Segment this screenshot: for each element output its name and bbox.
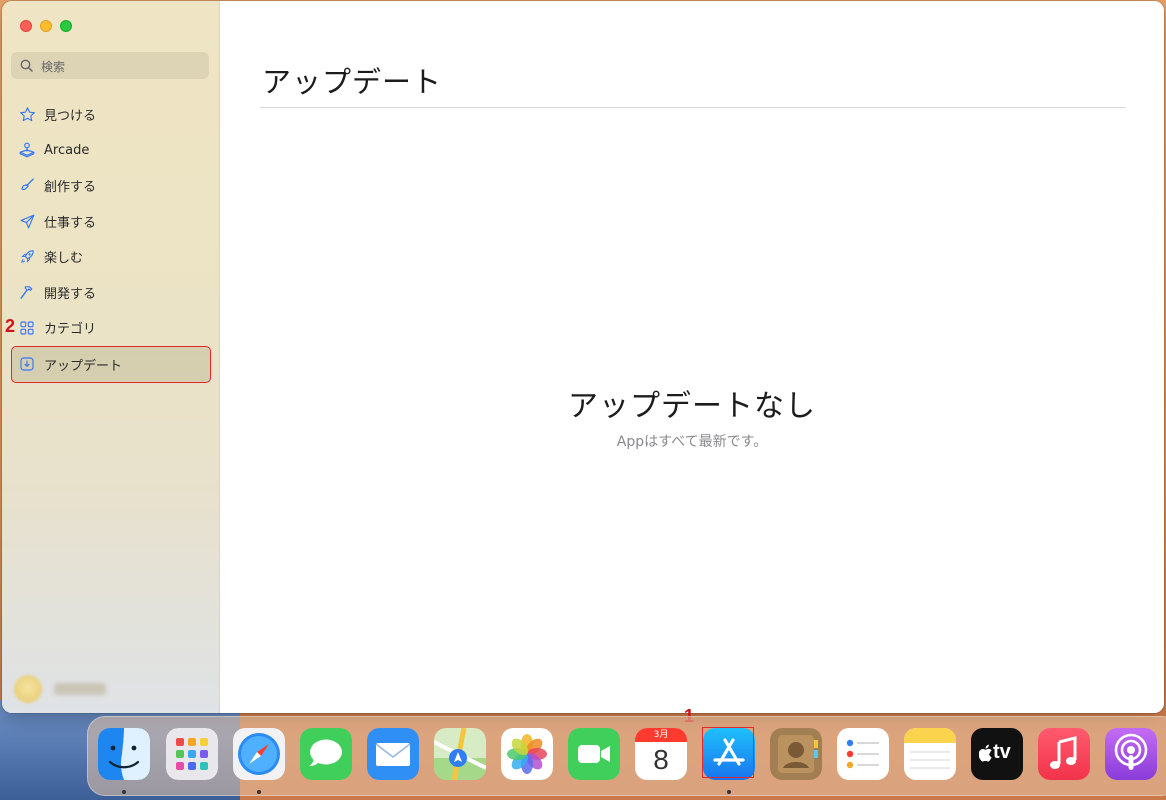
- mail-icon[interactable]: [367, 728, 419, 780]
- avatar: [14, 675, 42, 703]
- calendar-icon[interactable]: 3月 8: [635, 728, 687, 780]
- podcasts-icon[interactable]: [1105, 728, 1157, 780]
- music-icon[interactable]: [1038, 728, 1090, 780]
- account-button[interactable]: [12, 675, 202, 703]
- zoom-window-button[interactable]: [60, 20, 72, 32]
- sidebar-item-create[interactable]: 創作する: [2, 168, 219, 204]
- hammer-icon: [18, 283, 36, 301]
- messages-icon[interactable]: [300, 728, 352, 780]
- facetime-icon[interactable]: [568, 728, 620, 780]
- safari-icon[interactable]: [233, 728, 285, 780]
- star-icon: [18, 106, 36, 124]
- download-icon: [18, 355, 36, 373]
- empty-state-title: アップデートなし: [568, 389, 816, 424]
- photos-icon[interactable]: [501, 728, 553, 780]
- sidebar-item-label: 創作する: [44, 180, 97, 196]
- reminders-icon[interactable]: [837, 728, 889, 780]
- title-divider: [260, 107, 1126, 108]
- sidebar-item-label: アップデート: [44, 358, 123, 374]
- sidebar-item-label: 見つける: [44, 109, 97, 125]
- search-field[interactable]: [11, 52, 209, 79]
- running-indicator: [727, 790, 731, 794]
- sidebar-item-work[interactable]: 仕事する: [2, 204, 219, 240]
- sidebar-item-label: カテゴリ: [44, 322, 97, 338]
- sidebar-item-label: 楽しむ: [44, 251, 84, 267]
- main-content: アップデート アップデートなし Appはすべて最新です。: [220, 1, 1164, 713]
- sidebar-item-updates[interactable]: アップデート: [11, 345, 211, 383]
- account-name-blurred: [54, 683, 106, 695]
- calendar-month: 3月: [635, 728, 687, 742]
- sidebar-nav: 見つける Arcade 創作する 仕事する 楽しむ 開発する カテゴリ アップデ…: [2, 97, 219, 383]
- grid-icon: [18, 319, 36, 337]
- close-window-button[interactable]: [20, 20, 32, 32]
- sidebar-item-categories[interactable]: カテゴリ: [2, 310, 219, 346]
- page-title: アップデート: [262, 65, 443, 99]
- brush-icon: [18, 177, 36, 195]
- search-icon: [20, 59, 33, 72]
- sidebar-item-label: 仕事する: [44, 215, 97, 231]
- sidebar-item-play[interactable]: 楽しむ: [2, 239, 219, 275]
- joystick-icon: [18, 141, 36, 159]
- sidebar-item-arcade[interactable]: Arcade: [2, 133, 219, 169]
- paper-plane-icon: [18, 212, 36, 230]
- step-annotation-2: 2: [5, 316, 16, 336]
- sidebar: 見つける Arcade 創作する 仕事する: [2, 1, 220, 713]
- search-input[interactable]: [39, 56, 203, 77]
- dock: 3月 8 tv: [87, 716, 1166, 796]
- apple-tv-label: tv: [993, 741, 1011, 763]
- maps-icon[interactable]: [434, 728, 486, 780]
- finder-icon[interactable]: [98, 728, 150, 780]
- empty-state-subtitle: Appはすべて最新です。: [616, 434, 768, 450]
- notes-icon[interactable]: [904, 728, 956, 780]
- apple-tv-icon[interactable]: tv: [971, 728, 1023, 780]
- minimize-window-button[interactable]: [40, 20, 52, 32]
- contacts-icon[interactable]: [770, 728, 822, 780]
- sidebar-item-discover[interactable]: 見つける: [2, 97, 219, 133]
- app-store-window: 見つける Arcade 創作する 仕事する: [2, 1, 1164, 713]
- running-indicator: [257, 790, 261, 794]
- launchpad-icon[interactable]: [166, 728, 218, 780]
- app-store-icon[interactable]: [703, 728, 755, 780]
- sidebar-item-label: 開発する: [44, 286, 97, 302]
- running-indicator: [122, 790, 126, 794]
- sidebar-item-develop[interactable]: 開発する: [2, 275, 219, 311]
- calendar-day: 8: [653, 744, 669, 775]
- rocket-icon: [18, 248, 36, 266]
- sidebar-item-label: Arcade: [44, 142, 90, 158]
